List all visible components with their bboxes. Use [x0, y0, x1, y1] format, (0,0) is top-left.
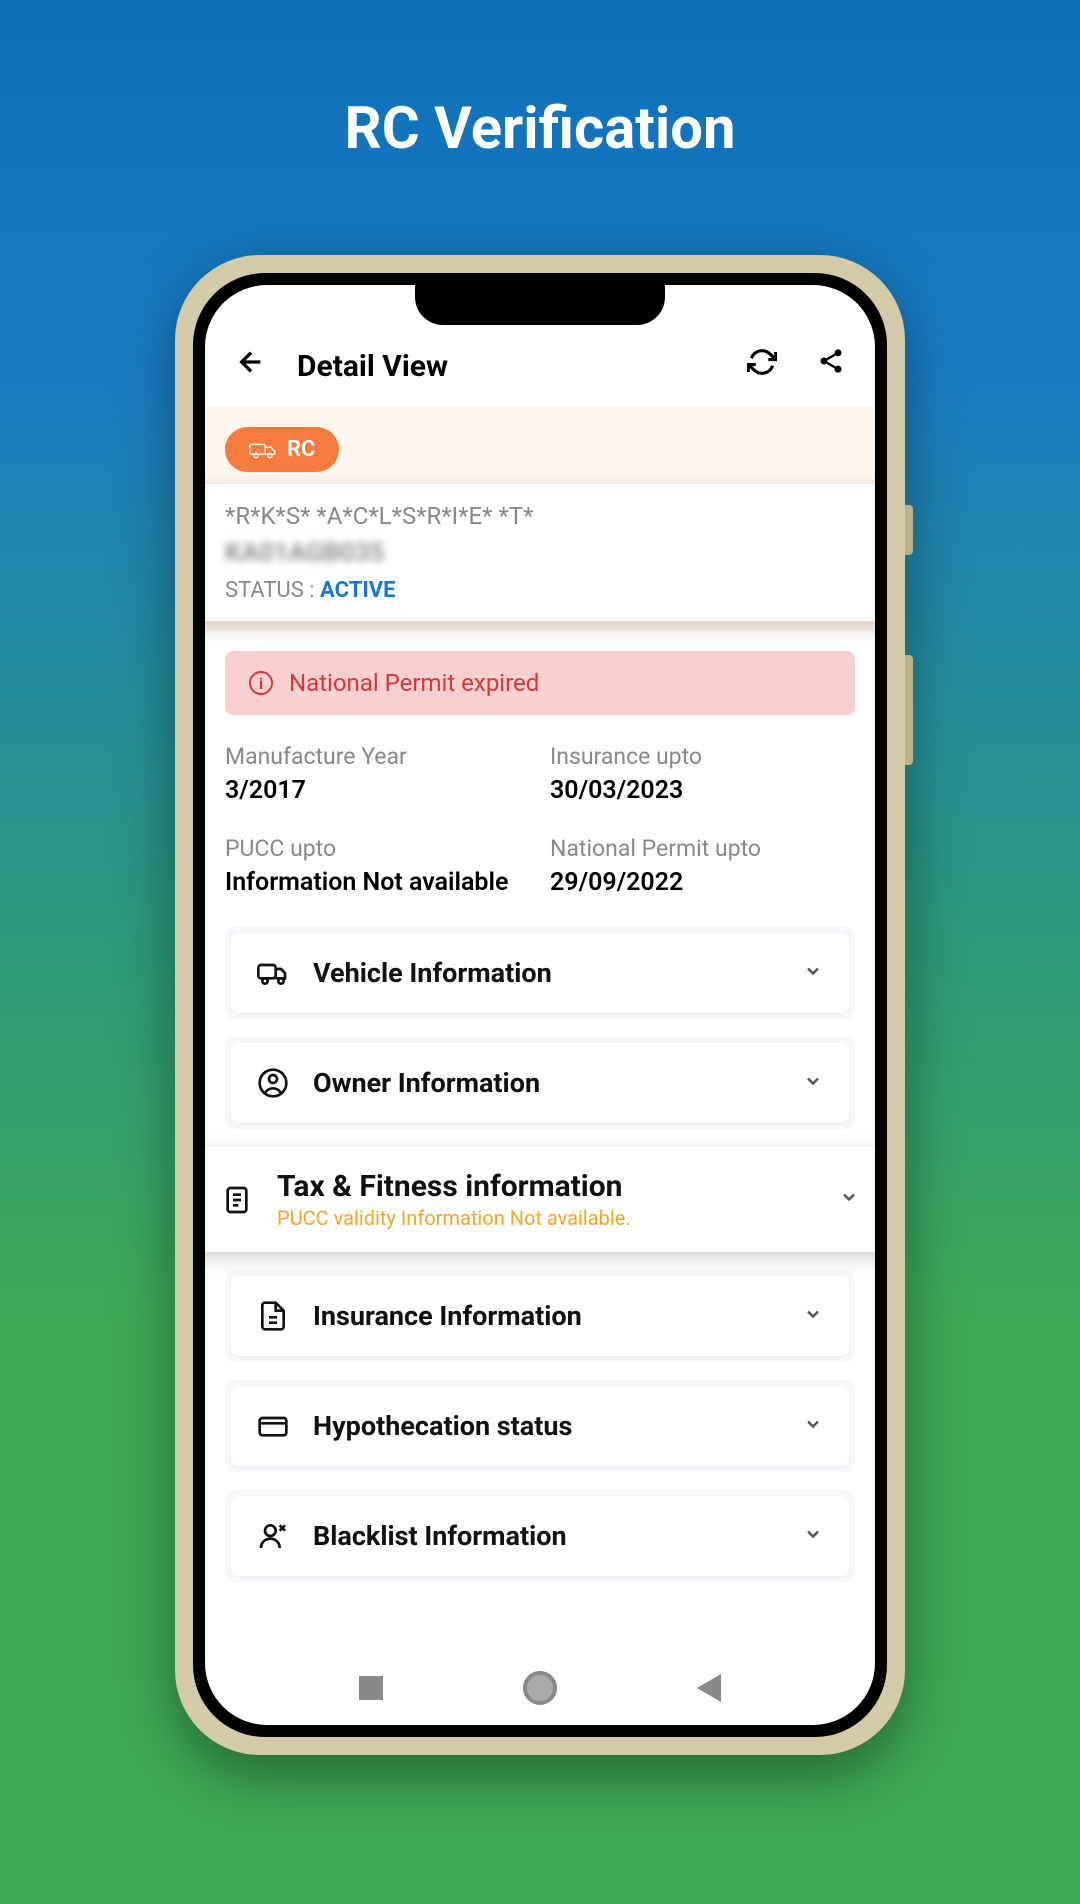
chevron-down-icon [803, 1524, 823, 1549]
info-item-manufacture-year: Manufacture Year 3/2017 [225, 743, 530, 805]
chevron-down-icon [803, 961, 823, 986]
accordion-list: Vehicle Information Owner Information Ta… [225, 927, 855, 1582]
phone-side-button [905, 505, 913, 555]
nav-recent-icon[interactable] [359, 1676, 383, 1700]
phone-bezel: Detail View RC *R*K*S* *A*C*L*S*R*I*E* [193, 273, 887, 1737]
info-value: 3/2017 [225, 776, 530, 805]
status-value: ACTIVE [320, 578, 396, 603]
info-item-national-permit-upto: National Permit upto 29/09/2022 [550, 835, 855, 897]
info-label: PUCC upto [225, 835, 530, 862]
owner-name: *R*K*S* *A*C*L*S*R*I*E* *T* [225, 502, 855, 530]
truck-icon [249, 440, 277, 460]
truck-icon [257, 957, 289, 989]
accordion-title: Owner Information [313, 1067, 779, 1099]
rc-section: RC *R*K*S* *A*C*L*S*R*I*E* *T* KA01AGB03… [205, 407, 875, 631]
phone-side-button [905, 655, 913, 765]
chevron-down-icon [803, 1304, 823, 1329]
rc-summary-card: *R*K*S* *A*C*L*S*R*I*E* *T* KA01AGB035 S… [205, 484, 875, 621]
accordion-hypothecation-status[interactable]: Hypothecation status [231, 1386, 849, 1466]
registration-number: KA01AGB035 [225, 538, 855, 568]
info-label: Insurance upto [550, 743, 855, 770]
chevron-down-icon [839, 1187, 859, 1212]
accordion-vehicle-information[interactable]: Vehicle Information [231, 933, 849, 1013]
accordion-title: Tax & Fitness information [277, 1169, 815, 1204]
alert-banner: i National Permit expired [225, 651, 855, 715]
page-title: RC Verification [0, 0, 1080, 163]
accordion-tax-fitness-information[interactable]: Tax & Fitness information PUCC validity … [205, 1147, 875, 1252]
document-icon [221, 1184, 253, 1216]
main-content: i National Permit expired Manufacture Ye… [205, 631, 875, 1602]
status-label: STATUS : [225, 578, 320, 603]
nav-home-icon[interactable] [523, 1671, 557, 1705]
accordion-title: Blacklist Information [313, 1520, 779, 1552]
accordion-insurance-information[interactable]: Insurance Information [231, 1276, 849, 1356]
accordion-title: Hypothecation status [313, 1410, 779, 1442]
share-icon[interactable] [817, 347, 845, 385]
chevron-down-icon [803, 1071, 823, 1096]
info-value: Information Not available [225, 868, 530, 897]
info-value: 30/03/2023 [550, 776, 855, 805]
accordion-title: Vehicle Information [313, 957, 779, 989]
card-icon [257, 1410, 289, 1442]
phone-notch [415, 285, 665, 325]
accordion-title: Insurance Information [313, 1300, 779, 1332]
rc-chip-label: RC [287, 437, 315, 462]
alert-text: National Permit expired [289, 669, 539, 697]
user-circle-icon [257, 1067, 289, 1099]
android-nav-bar [205, 1671, 875, 1705]
accordion-owner-information[interactable]: Owner Information [231, 1043, 849, 1123]
info-value: 29/09/2022 [550, 868, 855, 897]
header-title: Detail View [297, 349, 717, 384]
info-grid: Manufacture Year 3/2017 Insurance upto 3… [225, 743, 855, 897]
file-icon [257, 1300, 289, 1332]
chevron-down-icon [803, 1414, 823, 1439]
info-item-pucc-upto: PUCC upto Information Not available [225, 835, 530, 897]
info-label: Manufacture Year [225, 743, 530, 770]
alert-icon: i [249, 671, 273, 695]
info-label: National Permit upto [550, 835, 855, 862]
accordion-blacklist-information[interactable]: Blacklist Information [231, 1496, 849, 1576]
back-arrow-icon[interactable] [235, 345, 267, 387]
refresh-icon[interactable] [747, 347, 777, 385]
rc-status: STATUS : ACTIVE [225, 578, 855, 603]
phone-frame: Detail View RC *R*K*S* *A*C*L*S*R*I*E* [175, 255, 905, 1755]
user-x-icon [257, 1520, 289, 1552]
nav-back-icon[interactable] [697, 1674, 721, 1702]
accordion-subtitle: PUCC validity Information Not available. [277, 1206, 815, 1230]
info-item-insurance-upto: Insurance upto 30/03/2023 [550, 743, 855, 805]
rc-chip[interactable]: RC [225, 427, 339, 472]
phone-screen: Detail View RC *R*K*S* *A*C*L*S*R*I*E* [205, 285, 875, 1725]
